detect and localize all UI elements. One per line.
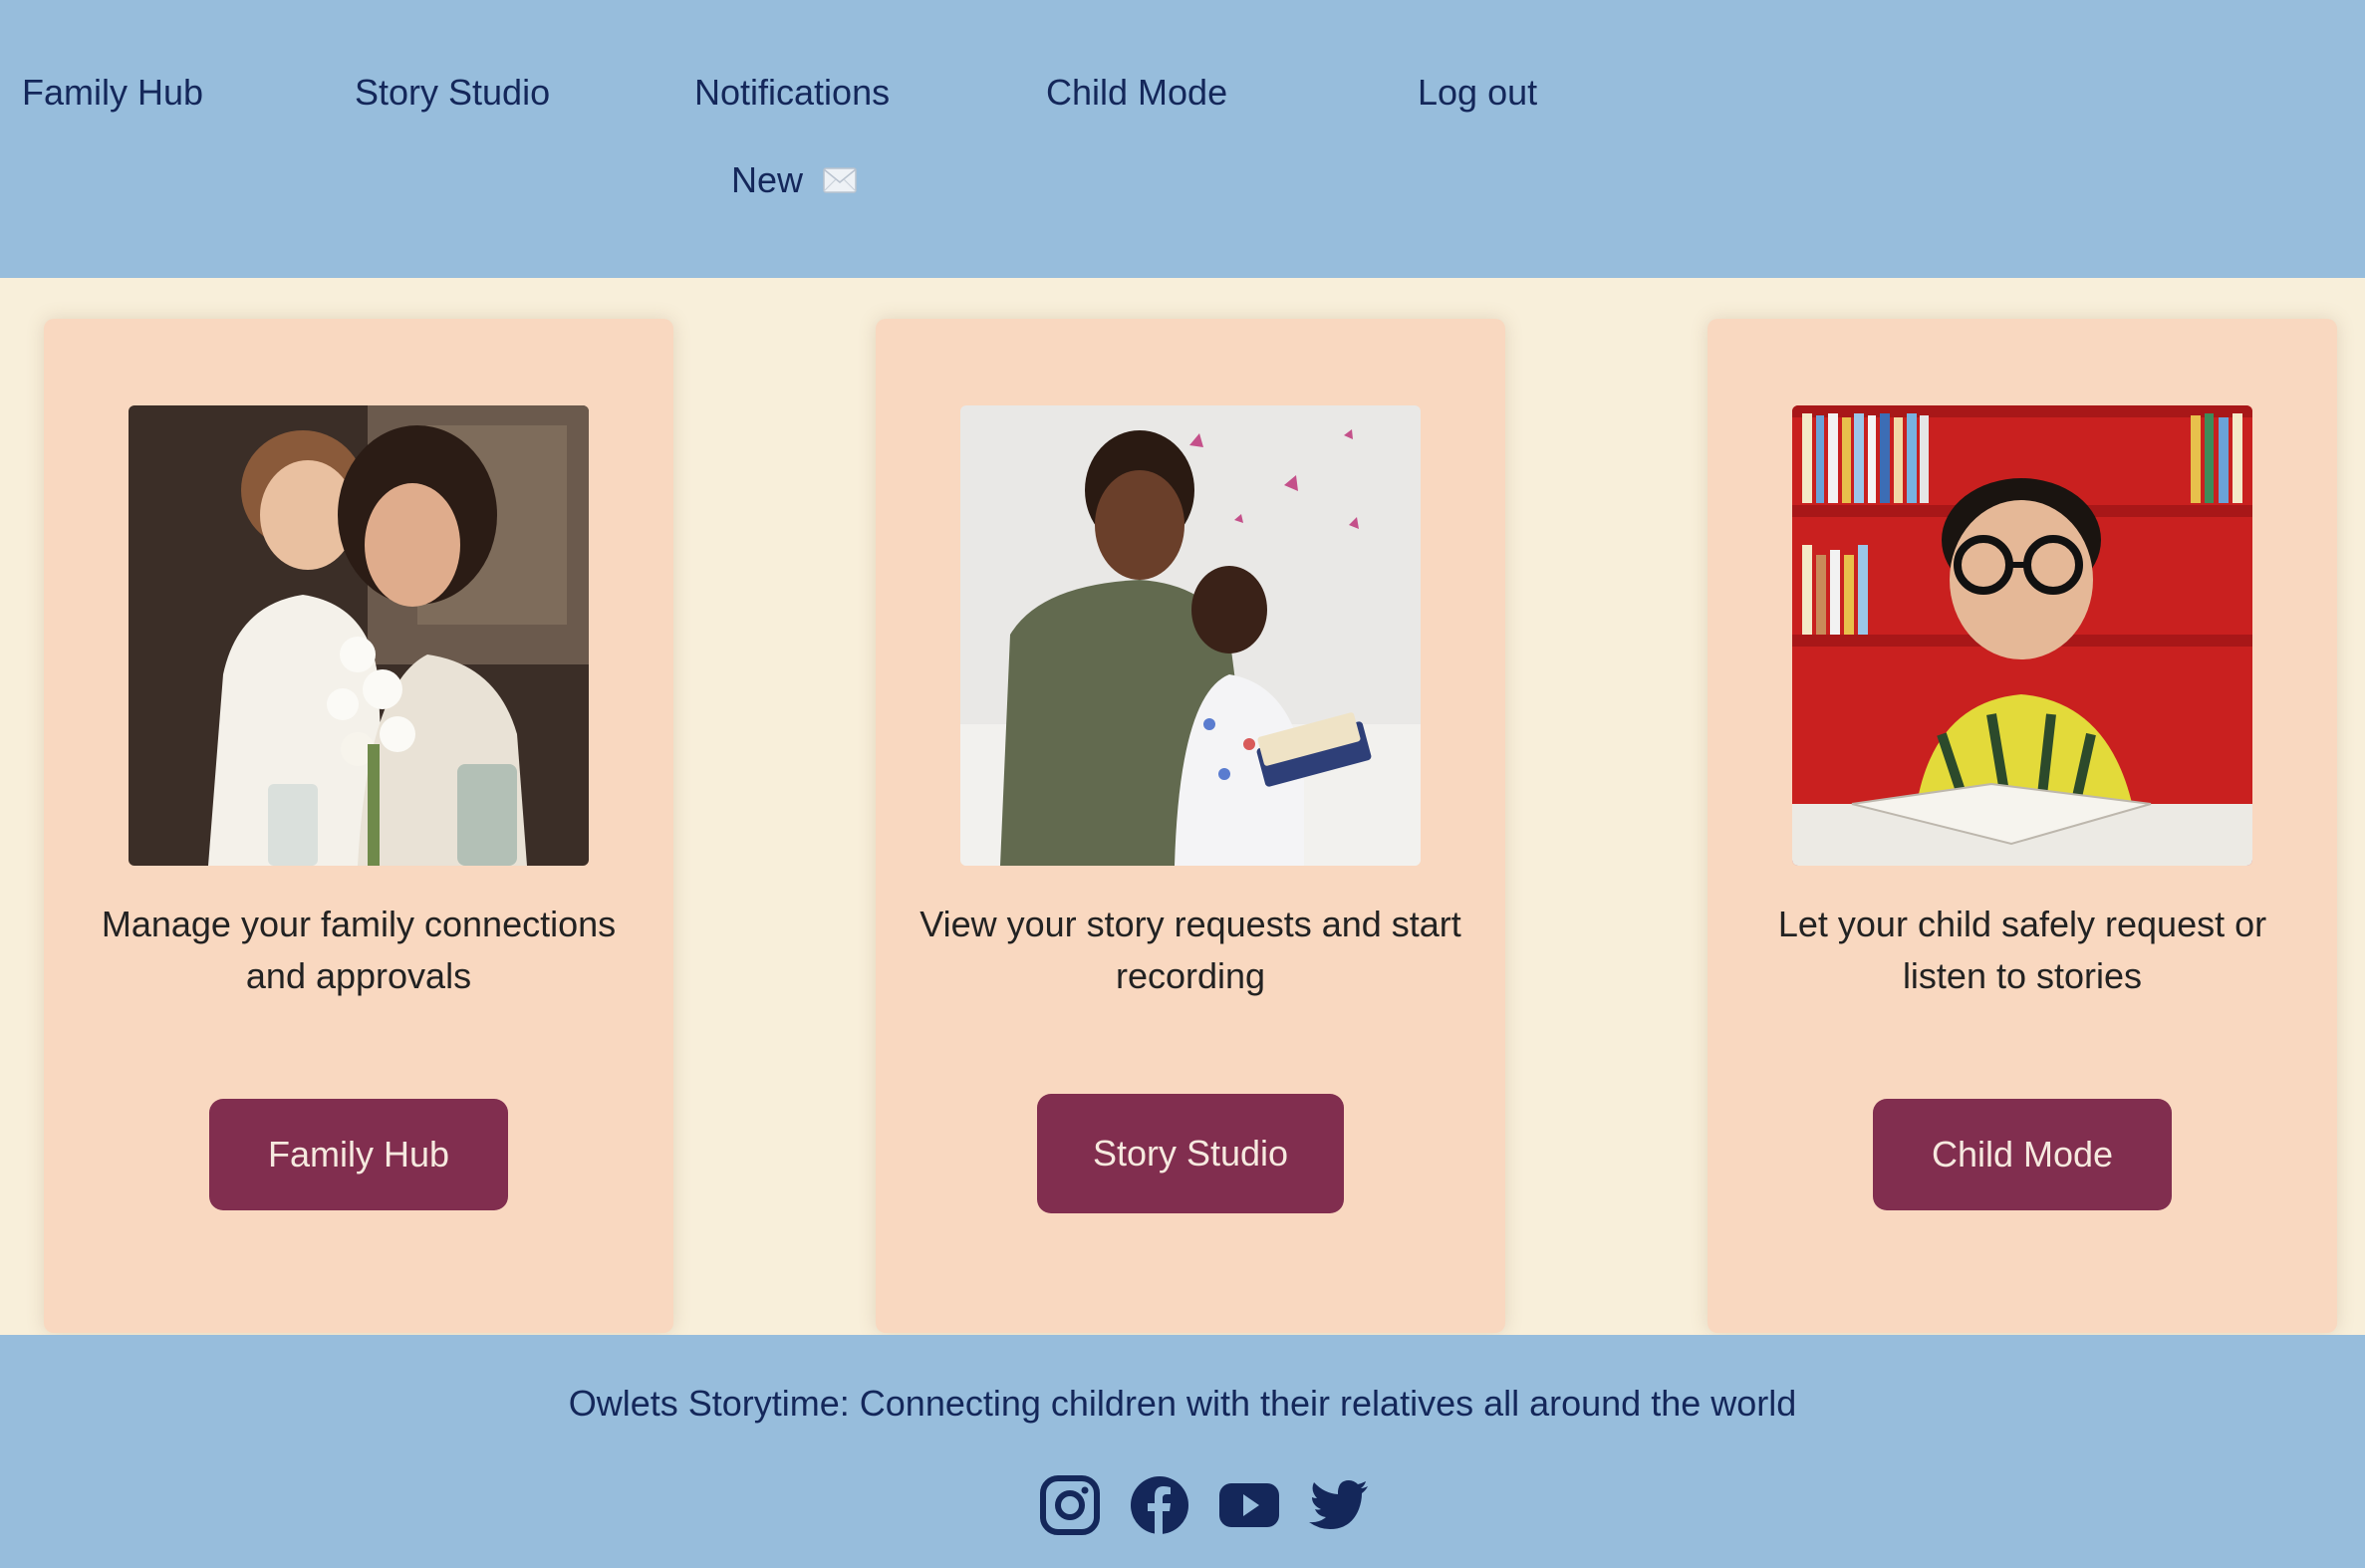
social-links: [1039, 1474, 1370, 1536]
story-studio-card: View your story requests and start recor…: [876, 319, 1505, 1333]
story-studio-description: View your story requests and start recor…: [920, 904, 1461, 996]
family-photo: [129, 405, 589, 866]
child-mode-card: Let your child safely request or listen …: [1708, 319, 2337, 1333]
envelope-icon: [823, 167, 857, 193]
nav-family-hub[interactable]: Family Hub: [22, 72, 203, 114]
nav-notifications[interactable]: Notifications: [694, 72, 890, 114]
facebook-icon[interactable]: [1129, 1474, 1190, 1536]
instagram-icon[interactable]: [1039, 1474, 1101, 1536]
family-hub-card: Manage your family connections and appro…: [44, 319, 673, 1333]
nav-child-mode[interactable]: Child Mode: [1046, 72, 1227, 114]
child-photo: [1792, 405, 2252, 866]
family-hub-button[interactable]: Family Hub: [209, 1099, 508, 1210]
family-hub-description: Manage your family connections and appro…: [101, 904, 617, 996]
child-mode-button[interactable]: Child Mode: [1873, 1099, 2172, 1210]
site-footer: Owlets Storytime: Connecting children wi…: [0, 1335, 2365, 1568]
new-notification-indicator[interactable]: New: [731, 159, 857, 201]
story-studio-button[interactable]: Story Studio: [1037, 1094, 1344, 1213]
nav-log-out[interactable]: Log out: [1418, 72, 1537, 114]
child-mode-description: Let your child safely request or listen …: [1777, 904, 2267, 996]
twitter-icon[interactable]: [1308, 1474, 1370, 1536]
footer-tagline: Owlets Storytime: Connecting children wi…: [568, 1383, 1797, 1424]
story-reading-photo: [960, 405, 1421, 866]
new-notification-label: New: [731, 159, 804, 200]
youtube-icon[interactable]: [1218, 1474, 1280, 1536]
top-navigation: Family Hub Story Studio Notifications Ch…: [0, 0, 2365, 278]
nav-story-studio[interactable]: Story Studio: [355, 72, 550, 114]
